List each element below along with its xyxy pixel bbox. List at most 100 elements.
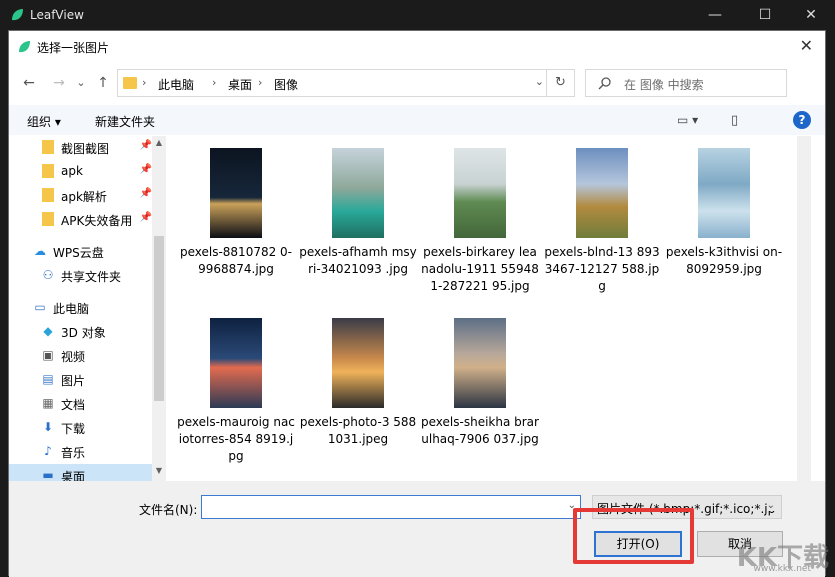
maximize-button[interactable]: ☐ (750, 5, 780, 25)
sidebar-item[interactable]: ◆ 3D 对象 (9, 320, 154, 344)
sidebar-item-label: 下载 (61, 420, 85, 437)
video-icon: ▣ (41, 348, 55, 362)
scroll-down-arrow-icon[interactable]: ▼ (152, 466, 166, 480)
filename-label: 文件名(N): (139, 501, 197, 518)
address-bar[interactable]: › 此电脑 › 桌面 › 图像 ⌄ ↻ (117, 69, 575, 97)
sidebar-item[interactable]: APK失效备用 📌 (9, 208, 154, 232)
open-button[interactable]: 打开(O) (594, 531, 682, 557)
cube-icon: ◆ (41, 324, 55, 338)
image-thumbnail (210, 148, 262, 238)
new-folder-button[interactable]: 新建文件夹 (95, 113, 155, 130)
breadcrumb-desktop[interactable]: 桌面 (228, 76, 252, 93)
file-item[interactable]: pexels-k3ithvisi on-8092959.jpg (665, 148, 783, 308)
sidebar-item-label: apk解析 (61, 188, 107, 205)
image-thumbnail (454, 318, 506, 408)
search-box[interactable]: 在 图像 中搜索 (585, 69, 787, 97)
filename-input[interactable]: ⌄ (201, 495, 581, 519)
dialog-close-button[interactable]: ✕ (800, 36, 813, 55)
file-item[interactable]: pexels-photo-3 5881031.jpeg (299, 318, 417, 478)
sidebar-item[interactable]: ▭此电脑 (9, 296, 154, 320)
navigation-scrollbar[interactable]: ▲ ▼ (152, 136, 166, 481)
file-item[interactable]: pexels-mauroig naciotorres-854 8919.jpg (177, 318, 295, 478)
file-name: pexels-photo-3 5881031.jpeg (299, 414, 417, 448)
folder-icon (41, 212, 55, 226)
sidebar-item-label: 截图截图 (61, 140, 109, 157)
file-name: pexels-birkarey leanadolu-1911 559481-28… (421, 244, 539, 295)
image-thumbnail (698, 148, 750, 238)
image-thumbnail (576, 148, 628, 238)
folder-icon (41, 140, 55, 154)
file-name: pexels-sheikha brarulhaq-7906 037.jpg (421, 414, 539, 448)
preview-pane-button[interactable]: ▯ (731, 113, 738, 128)
file-item[interactable]: pexels-sheikha brarulhaq-7906 037.jpg (421, 318, 539, 478)
scroll-up-arrow-icon[interactable]: ▲ (152, 138, 166, 152)
sidebar-item-label: 视频 (61, 348, 85, 365)
file-name: pexels-afhamh msyri-34021093 .jpg (299, 244, 417, 278)
sidebar-item-label: WPS云盘 (53, 244, 104, 261)
image-thumbnail (210, 318, 262, 408)
picture-icon: ▤ (41, 372, 55, 386)
sidebar-item-label: 共享文件夹 (61, 268, 121, 285)
sidebar-item[interactable]: ☁ WPS云盘 (9, 240, 154, 264)
desktop-icon: ▬ (41, 468, 55, 481)
image-thumbnail (454, 148, 506, 238)
view-options-button[interactable]: ▭ ▾ (677, 113, 698, 127)
computer-icon: ▭ (33, 300, 47, 314)
breadcrumb-separator: › (142, 76, 146, 89)
app-title-bar: LeafView — ☐ ✕ (0, 0, 835, 30)
image-thumbnail (332, 318, 384, 408)
breadcrumb-images[interactable]: 图像 (274, 76, 298, 93)
sidebar-item-label: 音乐 (61, 444, 85, 461)
sidebar-item[interactable]: ▦文档 (9, 392, 154, 416)
sidebar-item[interactable]: ♪ 音乐 (9, 440, 154, 464)
up-arrow-icon[interactable]: ↑ (93, 73, 113, 93)
file-item[interactable]: pexels-birkarey leanadolu-1911 559481-28… (421, 148, 539, 308)
scrollbar-thumb[interactable] (154, 236, 164, 401)
help-button[interactable]: ? (793, 111, 811, 129)
minimize-button[interactable]: — (700, 5, 730, 25)
sidebar-item[interactable]: apk解析📌 (9, 184, 154, 208)
sidebar-item[interactable]: ▤ 图片 (9, 368, 154, 392)
file-list: pexels-8810782 0-9968874.jpgpexels-afham… (167, 136, 797, 481)
back-arrow-icon[interactable]: ← (19, 73, 39, 93)
refresh-button[interactable]: ↻ (546, 70, 574, 96)
sidebar-item-label: APK失效备用 (61, 212, 132, 229)
filename-dropdown-icon[interactable]: ⌄ (568, 500, 576, 511)
pin-icon: 📌 (140, 140, 152, 151)
sidebar-item[interactable]: ⚇共享文件夹 (9, 264, 154, 288)
file-item[interactable]: pexels-afhamh msyri-34021093 .jpg (299, 148, 417, 308)
sidebar-item-label: 3D 对象 (61, 324, 106, 341)
filetype-select[interactable]: 图片文件 (*.bmp;*.gif;*.ico;*.jp ⌄ (592, 495, 782, 519)
file-item[interactable]: pexels-8810782 0-9968874.jpg (177, 148, 295, 308)
dialog-footer: 文件名(N): ⌄ 图片文件 (*.bmp;*.gif;*.ico;*.jp ⌄… (9, 481, 825, 577)
app-name: LeafView (30, 8, 84, 22)
sidebar-item[interactable]: ▣ 视频 (9, 344, 154, 368)
breadcrumb-separator: › (212, 76, 216, 89)
breadcrumb-this-pc[interactable]: 此电脑 (158, 76, 194, 93)
sidebar-item-label: 桌面 (61, 468, 85, 481)
recent-locations-dropdown[interactable]: ⌄ (71, 73, 91, 93)
window-close-button[interactable]: ✕ (796, 5, 826, 25)
sidebar-item[interactable]: 截图截图 📌 (9, 136, 154, 160)
file-item[interactable]: pexels-blnd-13 8933467-12127 588.jpg (543, 148, 661, 308)
address-dropdown-icon[interactable]: ⌄ (535, 75, 544, 88)
document-icon: ▦ (41, 396, 55, 410)
file-name: pexels-mauroig naciotorres-854 8919.jpg (177, 414, 295, 465)
dialog-title-bar: 选择一张图片 ✕ (9, 31, 825, 63)
leafview-logo-icon (17, 40, 31, 54)
navigation-pane: 截图截图📌apk📌apk解析📌APK失效备用📌☁WPS云盘⚇共享文件夹▭此电脑◆… (9, 136, 167, 481)
watermark-url: www.kkx.net (754, 564, 812, 574)
sidebar-item[interactable]: apk📌 (9, 160, 154, 184)
pin-icon: 📌 (140, 212, 152, 223)
search-icon (598, 76, 612, 90)
music-icon: ♪ (41, 444, 55, 458)
file-list-scrollbar[interactable] (797, 136, 811, 481)
sidebar-item[interactable]: ▬ 桌面 (9, 464, 154, 481)
cloud-icon: ☁ (33, 244, 47, 258)
forward-arrow-icon[interactable]: → (49, 73, 69, 93)
filetype-dropdown-icon[interactable]: ⌄ (767, 500, 775, 511)
organize-menu[interactable]: 组织 ▾ (27, 113, 61, 130)
sidebar-item-label: 图片 (61, 372, 85, 389)
file-name: pexels-8810782 0-9968874.jpg (177, 244, 295, 278)
sidebar-item[interactable]: ⬇下载 (9, 416, 154, 440)
